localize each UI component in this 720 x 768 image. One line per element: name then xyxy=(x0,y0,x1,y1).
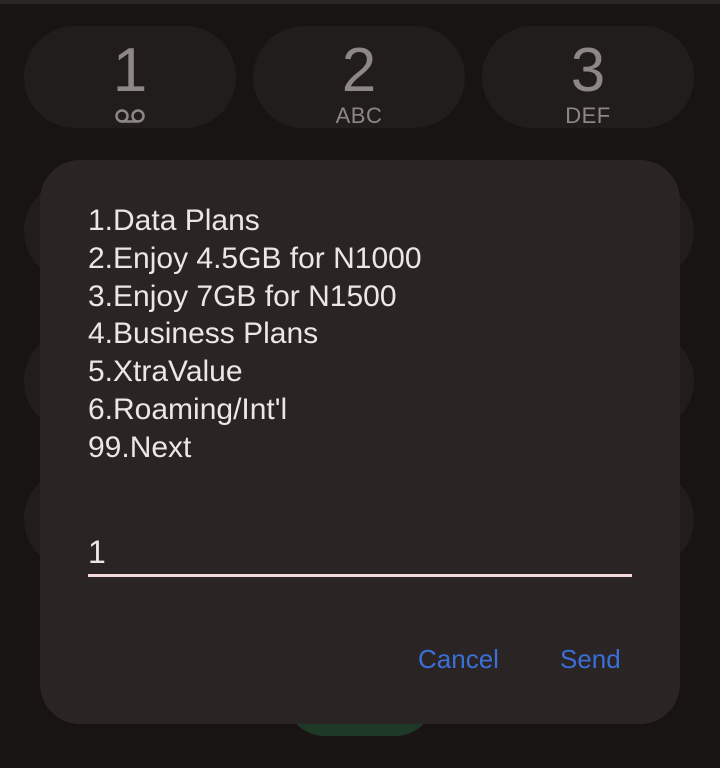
key-letters: ABC xyxy=(335,103,383,128)
menu-item: 1.Data Plans xyxy=(88,204,260,237)
key-digit: 3 xyxy=(570,36,606,105)
send-button[interactable]: Send xyxy=(560,644,621,675)
dialpad-key-1[interactable]: 1 xyxy=(24,26,236,128)
key-digit: 1 xyxy=(112,36,148,105)
cancel-button[interactable]: Cancel xyxy=(418,644,499,675)
menu-item: 99.Next xyxy=(88,430,192,464)
dialpad-key-3[interactable]: 3 DEF xyxy=(482,26,694,128)
menu-item: 3.Enjoy 7GB for N1500 xyxy=(88,279,397,313)
reply-input[interactable] xyxy=(88,530,632,577)
voicemail-icon xyxy=(115,109,145,123)
phone-screen: 1 2 ABC 3 DEF 1.Data Plans 2.Enjoy 4.5GB… xyxy=(0,0,720,768)
menu-item: 2.Enjoy 4.5GB for N1000 xyxy=(88,241,422,275)
dialpad-key-2[interactable]: 2 ABC xyxy=(253,26,465,128)
menu-item: 4.Business Plans xyxy=(88,317,319,351)
ussd-menu: 1.Data Plans 2.Enjoy 4.5GB for N1000 3.E… xyxy=(88,202,422,467)
menu-item: 5.XtraValue xyxy=(88,355,243,389)
key-digit: 2 xyxy=(341,36,377,105)
menu-item: 6.Roaming/Int'l xyxy=(88,392,288,426)
ussd-dialog: 1.Data Plans 2.Enjoy 4.5GB for N1000 3.E… xyxy=(40,160,680,724)
status-divider xyxy=(0,0,720,4)
key-letters: DEF xyxy=(565,103,611,128)
